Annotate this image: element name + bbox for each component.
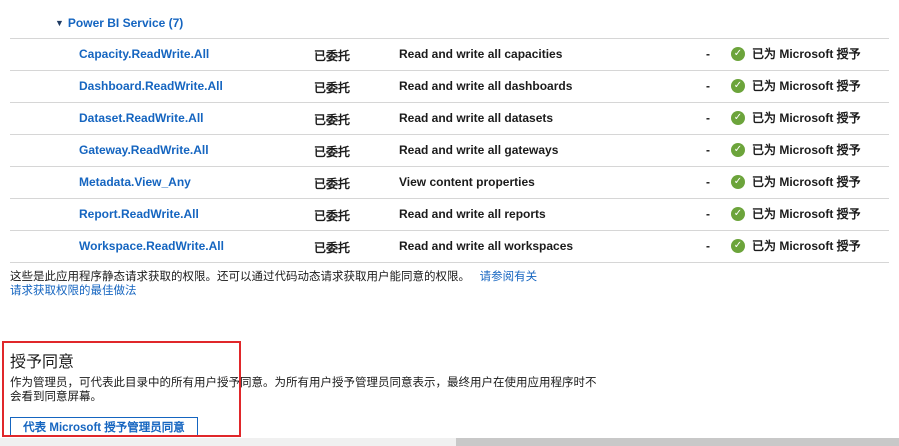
checkmark-icon: ✓ bbox=[731, 206, 745, 221]
consent-status: ✓ 已为 Microsoft 授予 bbox=[731, 109, 861, 126]
admin-consent-required: - bbox=[706, 47, 710, 61]
best-practices-link-part1[interactable]: 请参阅有关 bbox=[480, 271, 538, 283]
table-row: Report.ReadWrite.All 已委托 Read and write al… bbox=[10, 199, 889, 231]
permission-type: 已委托 bbox=[314, 177, 351, 191]
checkmark-icon: ✓ bbox=[731, 174, 745, 189]
group-label: Power BI Service (7) bbox=[67, 16, 184, 30]
consent-status: ✓ 已为 Microsoft 授予 bbox=[731, 237, 861, 254]
permission-description: View content properties bbox=[399, 175, 535, 189]
admin-consent-required: - bbox=[706, 143, 710, 157]
admin-consent-required: - bbox=[706, 79, 710, 93]
permission-name-link[interactable]: Report.ReadWrite.All bbox=[79, 207, 199, 221]
permission-type: 已委托 bbox=[314, 145, 351, 159]
checkmark-icon: ✓ bbox=[731, 142, 745, 157]
permissions-table: Capacity.ReadWrite.All 已委托 Read and write … bbox=[10, 39, 889, 263]
table-row: Dashboard.ReadWrite.All 已委托 Read and write… bbox=[10, 71, 889, 103]
admin-consent-required: - bbox=[706, 111, 710, 125]
consent-status: ✓ 已为 Microsoft 授予 bbox=[731, 173, 861, 190]
admin-consent-required: - bbox=[706, 239, 710, 253]
table-row: Workspace.ReadWrite.All 已委托 Read and write… bbox=[10, 231, 889, 263]
grant-consent-heading: 授予同意 bbox=[10, 354, 75, 371]
best-practices-link-part2[interactable]: 请求获取权限的最佳做法 bbox=[10, 285, 137, 297]
status-text: 已为 Microsoft 授予 bbox=[752, 111, 861, 125]
status-text: 已为 Microsoft 授予 bbox=[752, 175, 861, 189]
admin-consent-required: - bbox=[706, 207, 710, 221]
grant-consent-description: 作为管理员，可代表此目录中的所有用户授予同意。为所有用户授予管理员同意表示，最终… bbox=[10, 377, 597, 403]
status-text: 已为 Microsoft 授予 bbox=[752, 79, 861, 93]
permission-type: 已委托 bbox=[314, 209, 351, 223]
admin-consent-required: - bbox=[706, 175, 710, 189]
permission-name-link[interactable]: Dataset.ReadWrite.All bbox=[79, 111, 203, 125]
status-text: 已为 Microsoft 授予 bbox=[752, 143, 861, 157]
permission-description: Read and write all capacities bbox=[399, 47, 563, 61]
permission-name-link[interactable]: Gateway.ReadWrite.All bbox=[79, 143, 209, 157]
checkmark-icon: ✓ bbox=[731, 46, 745, 61]
grant-admin-consent-button[interactable]: 代表 Microsoft 授予管理员同意 bbox=[10, 417, 198, 437]
status-text: 已为 Microsoft 授予 bbox=[752, 207, 861, 221]
permission-type: 已委托 bbox=[314, 241, 351, 255]
permission-type: 已委托 bbox=[314, 81, 351, 95]
static-permissions-note: 这些是此应用程序静态请求获取的权限。还可以通过代码动态请求获取用户能同意的权限。… bbox=[10, 270, 570, 298]
checkmark-icon: ✓ bbox=[731, 110, 745, 125]
permission-name-link[interactable]: Capacity.ReadWrite.All bbox=[79, 47, 209, 61]
caret-down-icon: ▼ bbox=[55, 18, 64, 28]
horizontal-scrollbar[interactable] bbox=[0, 438, 899, 446]
table-row: Metadata.View_Any 已委托 View content propert… bbox=[10, 167, 889, 199]
permission-description: Read and write all datasets bbox=[399, 111, 554, 125]
permission-description: Read and write all gateways bbox=[399, 143, 559, 157]
consent-status: ✓ 已为 Microsoft 授予 bbox=[731, 45, 861, 62]
permission-type: 已委托 bbox=[314, 49, 351, 63]
status-text: 已为 Microsoft 授予 bbox=[752, 239, 861, 253]
consent-status: ✓ 已为 Microsoft 授予 bbox=[731, 77, 861, 94]
checkmark-icon: ✓ bbox=[731, 78, 745, 93]
checkmark-icon: ✓ bbox=[731, 238, 745, 253]
permission-name-link[interactable]: Dashboard.ReadWrite.All bbox=[79, 79, 223, 93]
consent-status: ✓ 已为 Microsoft 授予 bbox=[731, 205, 861, 222]
status-text: 已为 Microsoft 授予 bbox=[752, 47, 861, 61]
permission-description: Read and write all dashboards bbox=[399, 79, 573, 93]
permission-type: 已委托 bbox=[314, 113, 351, 127]
power-bi-service-group-toggle[interactable]: ▼ Power BI Service (7) bbox=[55, 16, 183, 30]
consent-status: ✓ 已为 Microsoft 授予 bbox=[731, 141, 861, 158]
table-row: Gateway.ReadWrite.All 已委托 Read and write a… bbox=[10, 135, 889, 167]
table-row: Capacity.ReadWrite.All 已委托 Read and write … bbox=[10, 39, 889, 71]
permission-description: Read and write all reports bbox=[399, 207, 546, 221]
permission-name-link[interactable]: Metadata.View_Any bbox=[79, 175, 191, 189]
scrollbar-thumb[interactable] bbox=[456, 438, 899, 446]
table-row: Dataset.ReadWrite.All 已委托 Read and write a… bbox=[10, 103, 889, 135]
permission-name-link[interactable]: Workspace.ReadWrite.All bbox=[79, 239, 224, 253]
note-text: 这些是此应用程序静态请求获取的权限。还可以通过代码动态请求获取用户能同意的权限。 bbox=[10, 271, 470, 283]
permission-description: Read and write all workspaces bbox=[399, 239, 574, 253]
